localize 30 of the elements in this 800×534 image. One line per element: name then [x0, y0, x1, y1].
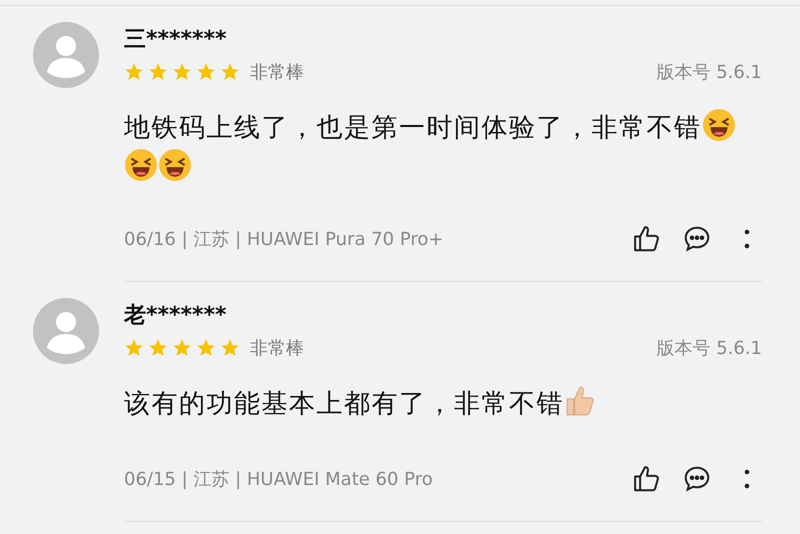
avatar	[33, 22, 99, 88]
star-icon	[196, 338, 216, 358]
laughing-face-icon	[158, 148, 192, 182]
review-text: 地铁码上线了，也是第一时间体验了，非常不错	[124, 108, 762, 188]
thumbs-up-icon	[564, 384, 596, 418]
comment-icon[interactable]	[682, 224, 712, 254]
star-icon	[124, 338, 144, 358]
rating-label: 非常棒	[250, 337, 304, 360]
rating-label: 非常棒	[250, 61, 304, 84]
star-icon	[220, 62, 240, 82]
star-icon	[148, 338, 168, 358]
like-icon[interactable]	[632, 464, 662, 494]
version-label: 版本号 5.6.1	[656, 61, 762, 84]
comment-icon[interactable]	[682, 464, 712, 494]
star-icon	[148, 62, 168, 82]
avatar	[33, 298, 99, 364]
review-meta: 06/16 | 江苏 | HUAWEI Pura 70 Pro+	[124, 228, 444, 251]
star-icon	[220, 338, 240, 358]
laughing-face-icon	[124, 148, 158, 182]
user-name: 老*******	[124, 302, 228, 330]
star-icon	[196, 62, 216, 82]
like-icon[interactable]	[632, 224, 662, 254]
laughing-face-icon	[702, 108, 736, 142]
review-text: 该有的功能基本上都有了，非常不错	[124, 384, 762, 424]
review-meta: 06/15 | 江苏 | HUAWEI Mate 60 Pro	[124, 468, 433, 491]
star-icon	[172, 338, 192, 358]
star-icon	[172, 62, 192, 82]
user-name: 三*******	[124, 26, 228, 54]
star-icon	[124, 62, 144, 82]
version-label: 版本号 5.6.1	[656, 337, 762, 360]
